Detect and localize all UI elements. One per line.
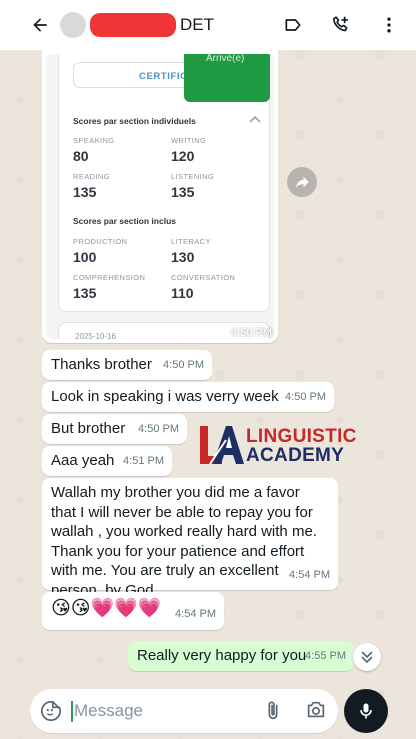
message-text: Thanks brother	[51, 356, 152, 373]
individual-scores-title: Scores par section individuels	[73, 116, 196, 126]
status-badge: Arrivé(e)	[184, 54, 270, 102]
message-text: Wallah my brother you did me a favor tha…	[51, 484, 317, 599]
image-message[interactable]: CERTIFICA Scores par section individuels…	[42, 50, 278, 343]
message-bubble[interactable]: Wallah my brother you did me a favor tha…	[42, 478, 338, 599]
logo-line-2: ACADEMY	[246, 445, 345, 466]
voice-record-button[interactable]	[344, 689, 388, 733]
message-time: 4:50 PM	[285, 390, 326, 403]
back-button[interactable]	[20, 0, 60, 50]
message-text: Aaa yeah	[51, 452, 115, 469]
attach-icon[interactable]	[262, 699, 284, 723]
text-caret	[71, 701, 73, 722]
contact-avatar[interactable]	[60, 12, 86, 38]
chevron-up-icon	[249, 115, 261, 123]
label-button[interactable]	[276, 8, 310, 42]
score-writing: WRITING 120	[171, 136, 207, 164]
message-bubble[interactable]: Look in speaking i was verry week 4:50 P…	[42, 382, 334, 412]
score-speaking: SPEAKING 80	[73, 136, 115, 164]
score-literacy: LITERACY 130	[171, 237, 211, 265]
add-call-button[interactable]	[324, 8, 358, 42]
message-composer	[30, 689, 338, 733]
score-conversation: CONVERSATION 110	[171, 273, 236, 301]
forward-icon	[296, 176, 309, 188]
microphone-icon	[360, 703, 372, 719]
message-bubble[interactable]: But brother 4:50 PM	[42, 414, 187, 444]
scroll-to-bottom-button[interactable]	[353, 643, 381, 671]
message-time: 4:50 PM	[138, 422, 179, 435]
message-bubble[interactable]: 😘😘💗💗💗 4:54 PM	[42, 592, 224, 630]
message-time: 4:51 PM	[123, 454, 164, 467]
message-input[interactable]	[74, 697, 254, 725]
message-emoji: 😘😘💗💗💗	[51, 598, 162, 619]
score-listening: LISTENING 135	[171, 172, 215, 200]
linguistic-academy-logo: LINGUISTIC ACADEMY	[196, 424, 356, 466]
contact-name[interactable]: DET	[90, 13, 214, 37]
image-timestamp: 4:50 PM	[231, 327, 272, 339]
double-chevron-down-icon	[361, 651, 373, 664]
score-comprehension: COMPREHENSION 135	[73, 273, 146, 301]
score-report-image: CERTIFICA Scores par section individuels…	[46, 54, 274, 339]
label-icon	[285, 19, 301, 31]
chat-header: DET	[0, 0, 416, 50]
back-arrow-icon	[33, 18, 47, 32]
message-text: Really very happy for you	[137, 647, 307, 664]
message-bubble[interactable]: Thanks brother 4:50 PM	[42, 350, 212, 380]
la-logo-mark	[200, 426, 244, 465]
message-text: But brother	[51, 420, 126, 437]
header-actions	[276, 0, 406, 50]
message-bubble[interactable]: Aaa yeah 4:51 PM	[42, 446, 172, 476]
message-time: 4:55 PM	[305, 649, 346, 662]
combined-scores-title: Scores par section inclus	[73, 216, 176, 226]
forward-button[interactable]	[287, 167, 317, 197]
message-time: 4:50 PM	[163, 358, 204, 371]
score-production: PRODUCTION 100	[73, 237, 128, 265]
sticker-emoji-icon[interactable]	[40, 700, 62, 722]
add-call-icon	[332, 16, 348, 32]
score-reading: READING 135	[73, 172, 110, 200]
message-text: Look in speaking i was verry week	[51, 388, 279, 405]
message-time: 4:54 PM	[175, 608, 216, 620]
contact-name-suffix: DET	[180, 15, 214, 34]
message-time: 4:54 PM	[289, 568, 330, 581]
redacted-name-block	[90, 13, 176, 37]
more-options-button[interactable]	[372, 8, 406, 42]
outgoing-message-bubble[interactable]: Really very happy for you 4:55 PM	[128, 641, 354, 671]
camera-icon[interactable]	[305, 699, 327, 721]
more-vert-icon	[387, 17, 391, 33]
